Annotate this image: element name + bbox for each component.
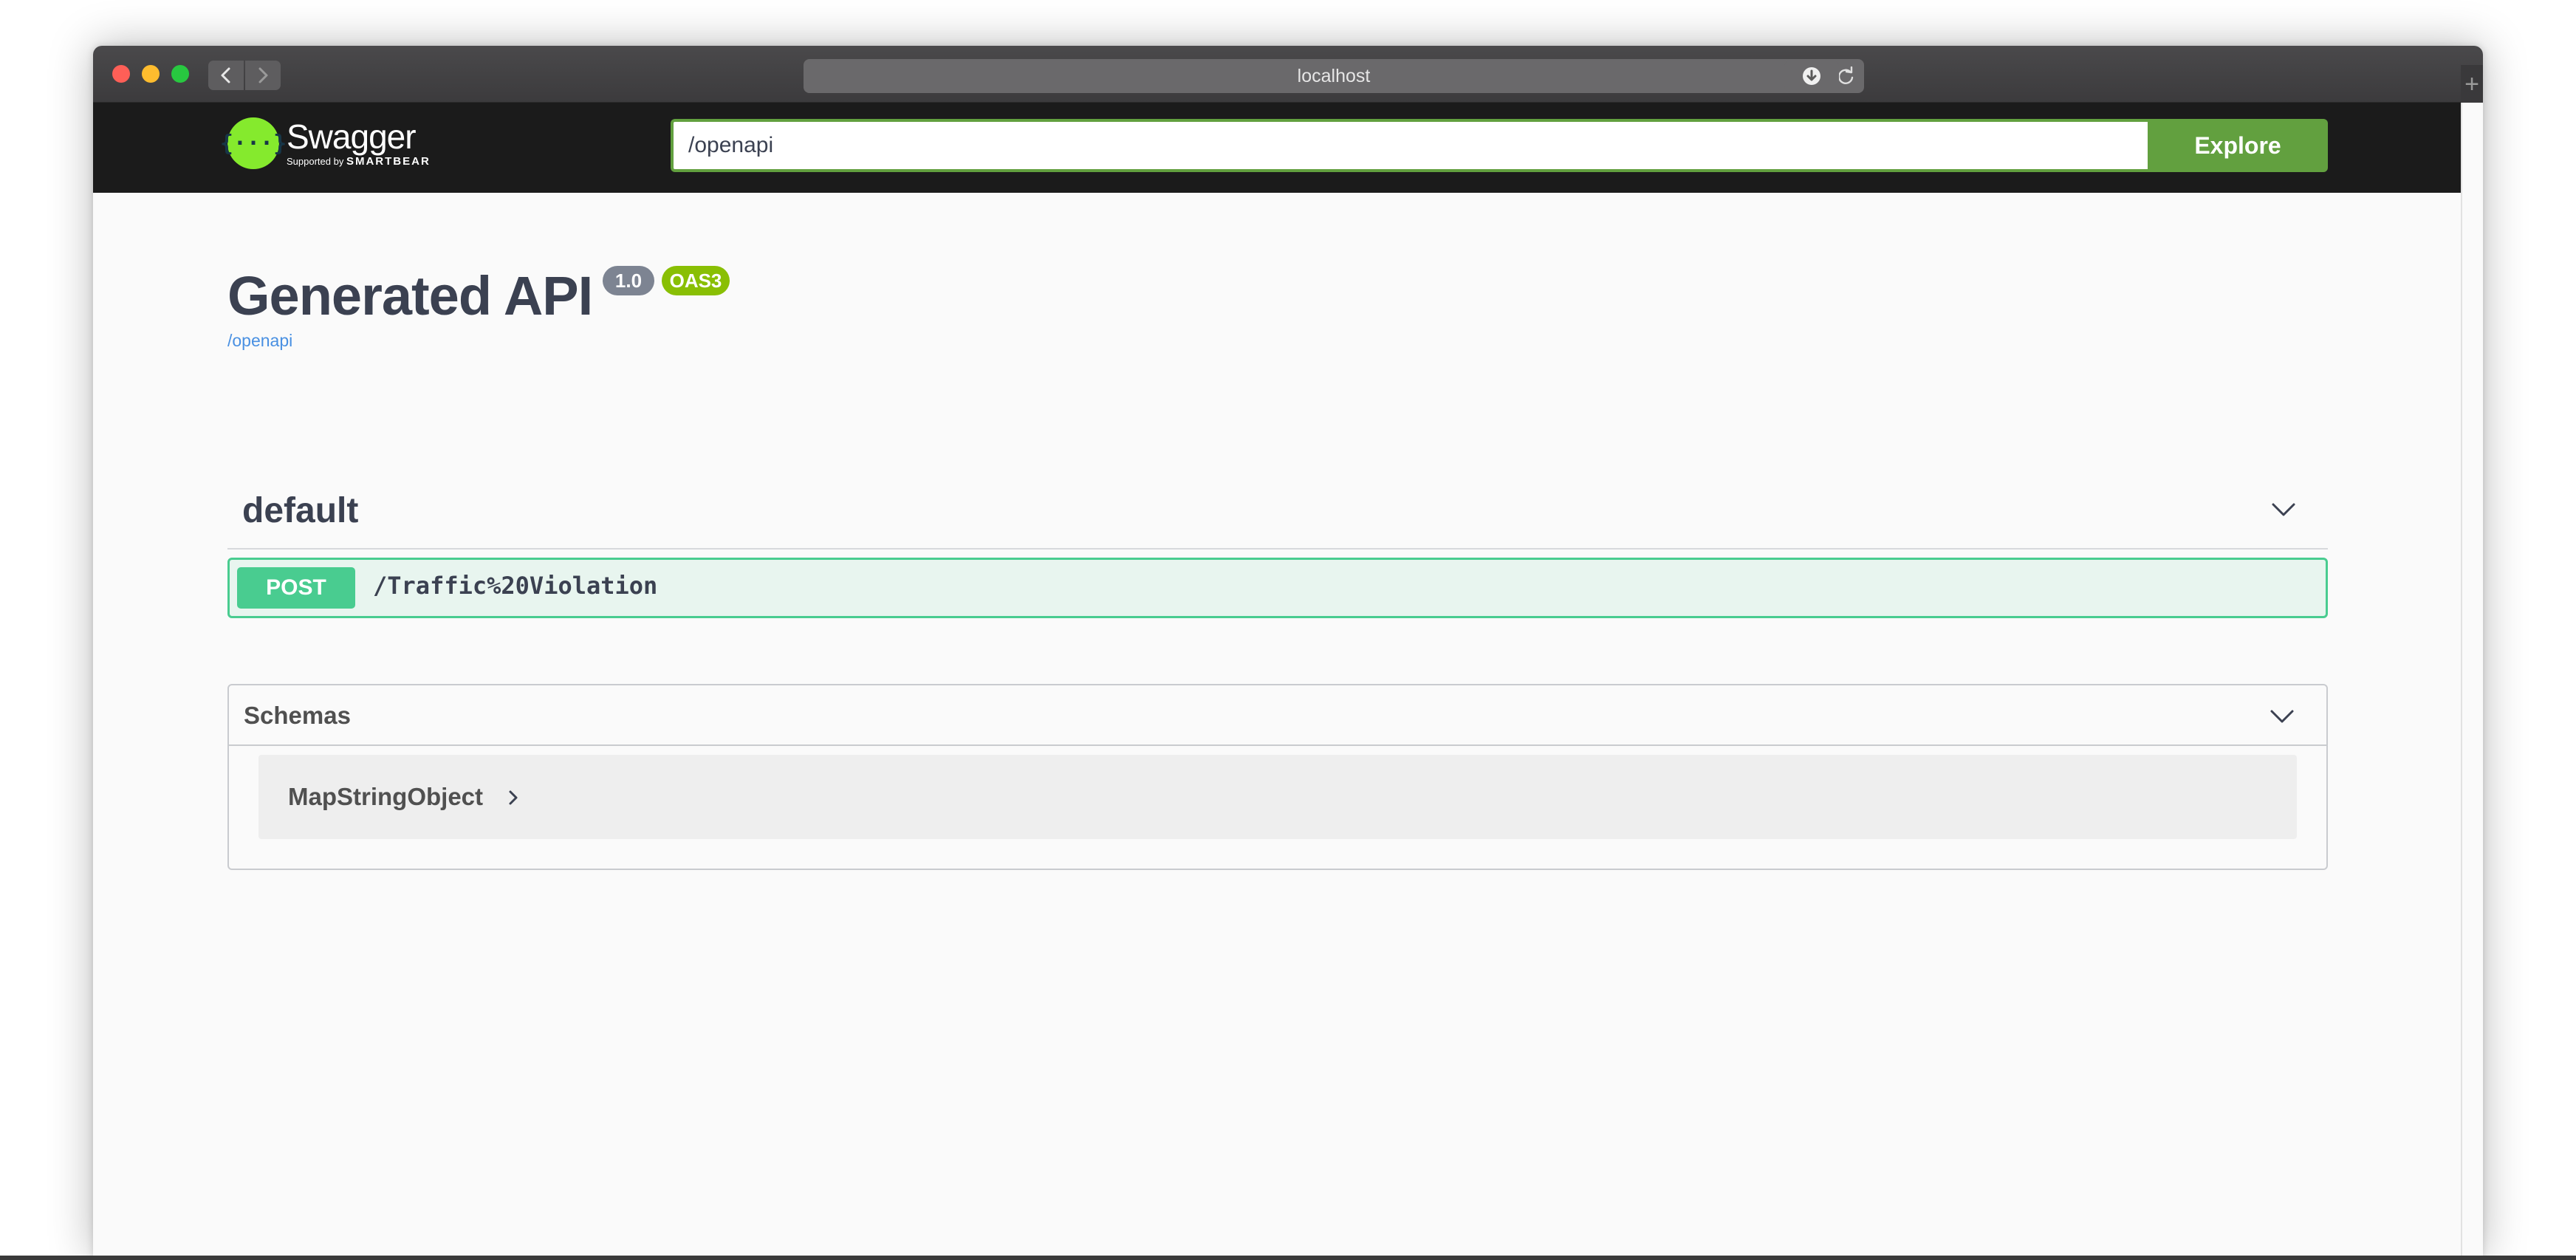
method-badge: POST bbox=[237, 567, 355, 609]
model-name: MapStringObject bbox=[288, 783, 484, 810]
operation-post-traffic-violation[interactable]: POST /Traffic%20Violation bbox=[227, 558, 2328, 618]
version-badge: 1.0 bbox=[603, 266, 654, 295]
back-button[interactable] bbox=[208, 61, 244, 90]
chevron-right-icon[interactable] bbox=[505, 787, 521, 808]
minimize-window-button[interactable] bbox=[142, 65, 160, 83]
logo-symbol: {···} bbox=[219, 130, 287, 157]
model-item[interactable]: MapStringObject bbox=[258, 755, 2297, 839]
schemas-title: Schemas bbox=[244, 702, 351, 729]
close-window-button[interactable] bbox=[112, 65, 130, 83]
browser-window: localhost + {···} Swagger Supported by S… bbox=[93, 46, 2483, 1257]
tag-default-header[interactable]: default bbox=[227, 474, 2328, 549]
screen-edge bbox=[0, 1256, 2576, 1260]
chevron-right-icon bbox=[258, 67, 268, 83]
spec-link[interactable]: /openapi bbox=[227, 331, 292, 351]
logo-tagline-prefix: Supported by bbox=[287, 156, 344, 167]
swagger-logo[interactable]: {···} Swagger Supported by SMARTBEAR bbox=[220, 117, 431, 169]
zoom-window-button[interactable] bbox=[171, 65, 189, 83]
swagger-logo-icon: {···} bbox=[220, 117, 287, 169]
downloads-button[interactable] bbox=[1784, 61, 1839, 92]
new-tab-button[interactable]: + bbox=[2461, 65, 2483, 103]
schemas-section: Schemas MapStringObject bbox=[227, 684, 2328, 870]
tag-name: default bbox=[242, 491, 359, 530]
api-title: Generated API bbox=[227, 265, 593, 326]
vertical-scrollbar[interactable] bbox=[2461, 103, 2483, 1257]
oas-badge: OAS3 bbox=[662, 266, 730, 295]
spec-url-input[interactable]: /openapi bbox=[671, 119, 2149, 172]
schemas-header[interactable]: Schemas bbox=[229, 685, 2326, 746]
forward-button[interactable] bbox=[245, 61, 281, 90]
chevron-down-icon[interactable] bbox=[2267, 702, 2297, 731]
logo-tagline-brand: SMARTBEAR bbox=[346, 155, 431, 168]
logo-name: Swagger bbox=[287, 117, 417, 156]
explore-button[interactable]: Explore bbox=[2148, 119, 2328, 172]
operation-path: /Traffic%20Violation bbox=[373, 572, 658, 600]
address-bar[interactable]: localhost bbox=[804, 59, 1864, 93]
address-bar-url: localhost bbox=[1297, 65, 1371, 86]
plus-icon: + bbox=[2464, 69, 2479, 98]
logo-tagline: Supported by SMARTBEAR bbox=[287, 156, 431, 168]
download-icon bbox=[1803, 67, 1820, 85]
browser-titlebar: localhost + bbox=[93, 46, 2483, 103]
chevron-down-icon[interactable] bbox=[2269, 495, 2298, 524]
chevron-left-icon bbox=[221, 67, 230, 83]
swagger-topbar: {···} Swagger Supported by SMARTBEAR /op… bbox=[93, 103, 2461, 193]
